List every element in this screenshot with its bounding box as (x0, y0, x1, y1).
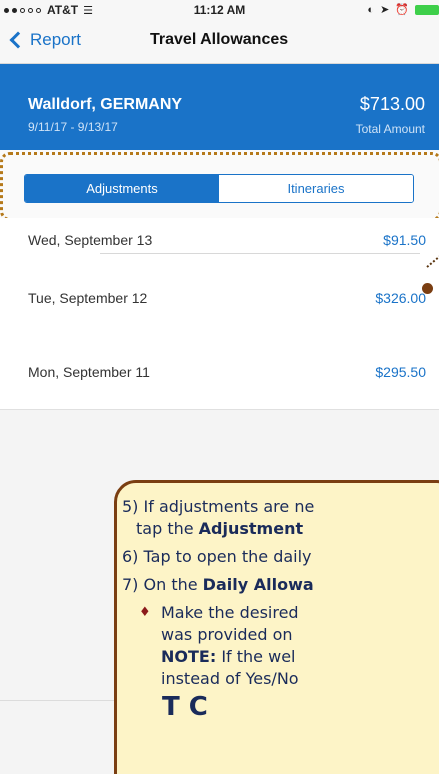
bullet-text: instead of Yes/No (161, 669, 299, 688)
total-amount: $713.00 (359, 94, 425, 114)
day-date: Tue, September 12 (28, 290, 148, 306)
segmented-control: Adjustments Itineraries (24, 174, 414, 203)
trip-location: Walldorf, GERMANY (28, 96, 183, 113)
tab-bar-area: Adjustments Itineraries (0, 150, 439, 218)
status-icons: ◐ ➤ ⏰ (367, 3, 439, 16)
bullet-text: was provided on (161, 625, 293, 644)
step7-text: 7) On the (122, 575, 203, 594)
status-bar: AT&T ☰ 11:12 AM ◐ ➤ ⏰ (0, 0, 439, 20)
bullet-text: Make the desired (161, 603, 299, 622)
day-date: Mon, September 11 (28, 364, 150, 380)
day-date: Wed, September 13 (28, 232, 153, 248)
alarm-icon: ⏰ (395, 4, 409, 16)
navigation-bar: Report Travel Allowances (0, 20, 439, 64)
step5-bold: Adjustment (198, 519, 304, 538)
chevron-left-icon (9, 31, 27, 49)
location-icon: ➤ (380, 4, 390, 16)
step6-text: 6) Tap to open the daily (122, 547, 312, 566)
trip-dates: 9/11/17 - 9/13/17 (28, 120, 118, 134)
row-divider (100, 253, 420, 254)
day-amount: $91.50 (383, 232, 426, 248)
step5-text-cont: tap the (136, 519, 199, 538)
list-item[interactable]: Tue, September 12 $326.00 (0, 278, 439, 338)
note-text: If the wel (216, 647, 296, 666)
day-amount: $295.50 (375, 364, 426, 380)
step5-text: 5) If adjustments are ne (122, 497, 315, 516)
callout-pointer-dot (422, 283, 433, 294)
list-item[interactable]: Wed, September 13 $91.50 (0, 218, 439, 278)
back-button[interactable]: Report (8, 30, 81, 50)
battery-icon (415, 4, 439, 15)
instruction-text: 5) If adjustments are ne tap the Adjustm… (122, 496, 439, 718)
day-amount: $326.00 (375, 290, 426, 306)
lock-rotation-icon: ◐ (367, 3, 375, 16)
diamond-bullet-icon: ♦ (139, 605, 151, 620)
note-label: NOTE: (161, 647, 217, 666)
page-title: Travel Allowances (150, 31, 289, 48)
trip-summary-header: Walldorf, GERMANY 9/11/17 - 9/13/17 $713… (0, 64, 439, 150)
tab-adjustments[interactable]: Adjustments (25, 175, 219, 202)
step7-bold: Daily Allowa (202, 575, 314, 594)
partial-heading: T C (162, 692, 208, 718)
list-item[interactable]: Mon, September 11 $295.50 (0, 338, 439, 398)
tab-itineraries[interactable]: Itineraries (219, 175, 413, 202)
back-label: Report (30, 30, 82, 49)
total-amount-label: Total Amount (355, 122, 425, 136)
daily-allowance-list: Wed, September 13 $91.50 Tue, September … (0, 218, 439, 410)
